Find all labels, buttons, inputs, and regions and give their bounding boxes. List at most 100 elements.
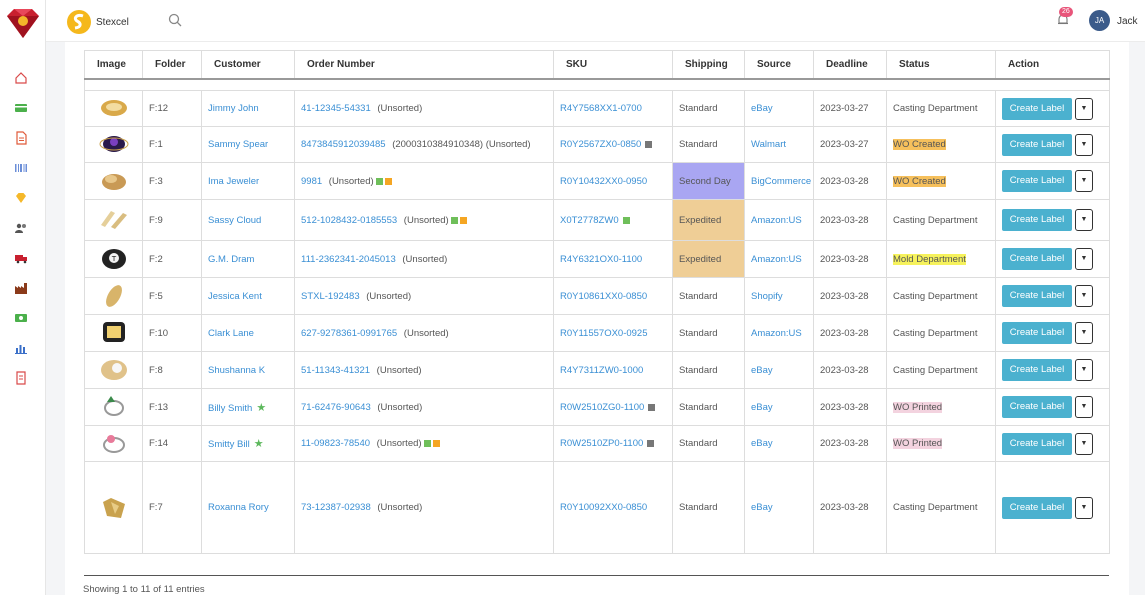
customer-link[interactable]: Shushanna K [208,365,265,376]
order-link[interactable]: 627-9278361-0991765 [301,328,397,339]
source-link[interactable]: BigCommerce [751,176,811,187]
column-header[interactable]: SKU [553,50,673,80]
sku-link[interactable]: R4Y6321OX0-1100 [560,254,642,265]
action-dropdown-button[interactable]: ▼ [1075,170,1093,192]
ring-thumbnail[interactable] [97,428,131,456]
sku-link[interactable]: R0Y10861XX0-0850 [560,291,647,302]
order-link[interactable]: 8473845912039485 [301,139,386,150]
search-icon[interactable] [168,13,182,27]
order-link[interactable]: 71-62476-90643 [301,402,371,413]
avatar[interactable]: JA [1089,10,1110,31]
sku-link[interactable]: R4Y7311ZW0-1000 [560,365,643,376]
source-link[interactable]: eBay [751,502,773,513]
create-label-button[interactable]: Create Label [1002,97,1072,120]
create-label-button[interactable]: Create Label [1002,285,1072,307]
source-link[interactable]: Amazon:US [751,328,802,339]
sku-link[interactable]: R0Y2567ZX0-0850 [560,139,641,150]
create-label-button[interactable]: Create Label [1002,209,1072,231]
ring-thumbnail[interactable] [97,318,131,346]
order-link[interactable]: 51-11343-41321 [301,365,370,376]
order-link[interactable]: 73-12387-02938 [301,502,371,513]
sku-tag-icon[interactable] [622,216,630,224]
source-link[interactable]: Shopify [751,291,783,302]
action-dropdown-button[interactable]: ▼ [1075,359,1093,381]
sku-link[interactable]: R0Y11557OX0-0925 [560,328,648,339]
column-header[interactable]: Shipping [672,50,745,80]
action-dropdown-button[interactable]: ▼ [1075,209,1093,231]
ring-thumbnail[interactable] [97,392,131,420]
sku-link[interactable]: R0W2510ZP0-1100 [560,438,643,449]
ring-thumbnail[interactable]: T [97,244,131,272]
barcode-icon[interactable] [13,160,29,176]
diamond-logo-icon[interactable] [3,6,43,40]
source-link[interactable]: Amazon:US [751,215,802,226]
order-link[interactable]: 512-1028432-0185553 [301,215,397,226]
create-label-button[interactable]: Create Label [1002,396,1072,418]
action-dropdown-button[interactable]: ▼ [1075,285,1093,307]
ring-thumbnail[interactable] [97,205,131,233]
column-header[interactable]: Image [84,50,143,80]
source-link[interactable]: Walmart [751,139,786,150]
create-label-button[interactable]: Create Label [1002,496,1072,519]
customer-link[interactable]: Smitty Bill [208,439,250,450]
create-label-button[interactable]: Create Label [1002,432,1072,455]
ring-thumbnail[interactable] [97,166,131,194]
note-icon[interactable] [432,440,440,447]
customer-link[interactable]: Clark Lane [208,328,254,339]
sku-tag-icon[interactable] [645,141,653,148]
create-label-button[interactable]: Create Label [1002,359,1072,381]
document-icon[interactable] [13,130,29,146]
action-dropdown-button[interactable]: ▼ [1075,496,1093,519]
ring-thumbnail[interactable] [97,281,131,309]
customer-link[interactable]: Roxanna Rory [208,502,269,513]
gift-icon[interactable] [423,440,431,447]
column-header[interactable]: Folder [142,50,202,80]
column-header[interactable]: Customer [201,50,295,80]
source-link[interactable]: eBay [751,365,773,376]
sku-link[interactable]: R0Y10092XX0-0850 [560,502,647,513]
order-link[interactable]: 9981 [301,176,322,187]
action-dropdown-button[interactable]: ▼ [1075,396,1093,418]
gem-icon[interactable] [13,190,29,206]
action-dropdown-button[interactable]: ▼ [1075,432,1093,455]
money-icon[interactable] [13,310,29,326]
customer-link[interactable]: Ima Jeweler [208,176,259,187]
source-link[interactable]: eBay [751,402,773,413]
sku-link[interactable]: R0W2510ZG0-1100 [560,402,644,413]
source-link[interactable]: Amazon:US [751,254,802,265]
user-name[interactable]: Jack [1117,16,1138,27]
users-icon[interactable] [13,220,29,236]
column-header[interactable]: Status [886,50,996,80]
source-link[interactable]: eBay [751,103,773,114]
sku-tag-icon[interactable] [648,403,656,411]
ring-thumbnail[interactable] [97,355,131,383]
column-header[interactable]: Order Number [294,50,554,80]
receipt-icon[interactable] [13,370,29,386]
sku-tag-icon[interactable] [647,440,655,447]
column-header[interactable]: Source [744,50,814,80]
sku-link[interactable]: X0T2778ZW0 [560,215,619,226]
action-dropdown-button[interactable]: ▼ [1075,97,1093,120]
order-link[interactable]: STXL-192483 [301,291,360,302]
gift-icon[interactable] [450,216,458,224]
create-label-button[interactable]: Create Label [1002,133,1072,156]
order-link[interactable]: 111-2362341-2045013 [301,254,396,265]
bar-chart-icon[interactable] [13,340,29,356]
order-link[interactable]: 41-12345-54331 [301,103,371,114]
action-dropdown-button[interactable]: ▼ [1075,248,1093,270]
customer-link[interactable]: Jessica Kent [208,291,262,302]
customer-link[interactable]: Sammy Spear [208,139,268,150]
action-dropdown-button[interactable]: ▼ [1075,322,1093,344]
sku-link[interactable]: R0Y10432XX0-0950 [560,176,647,187]
column-header[interactable]: Deadline [813,50,887,80]
customer-link[interactable]: G.M. Dram [208,254,254,265]
ring-thumbnail[interactable] [97,129,131,157]
action-dropdown-button[interactable]: ▼ [1075,133,1093,156]
create-label-button[interactable]: Create Label [1002,322,1072,344]
column-header[interactable]: Action [995,50,1110,80]
customer-link[interactable]: Sassy Cloud [208,215,261,226]
ring-thumbnail[interactable] [97,93,131,121]
order-link[interactable]: 11-09823-78540 [301,438,370,449]
note-icon[interactable] [459,216,467,224]
brand[interactable]: Stexcel [66,9,129,35]
